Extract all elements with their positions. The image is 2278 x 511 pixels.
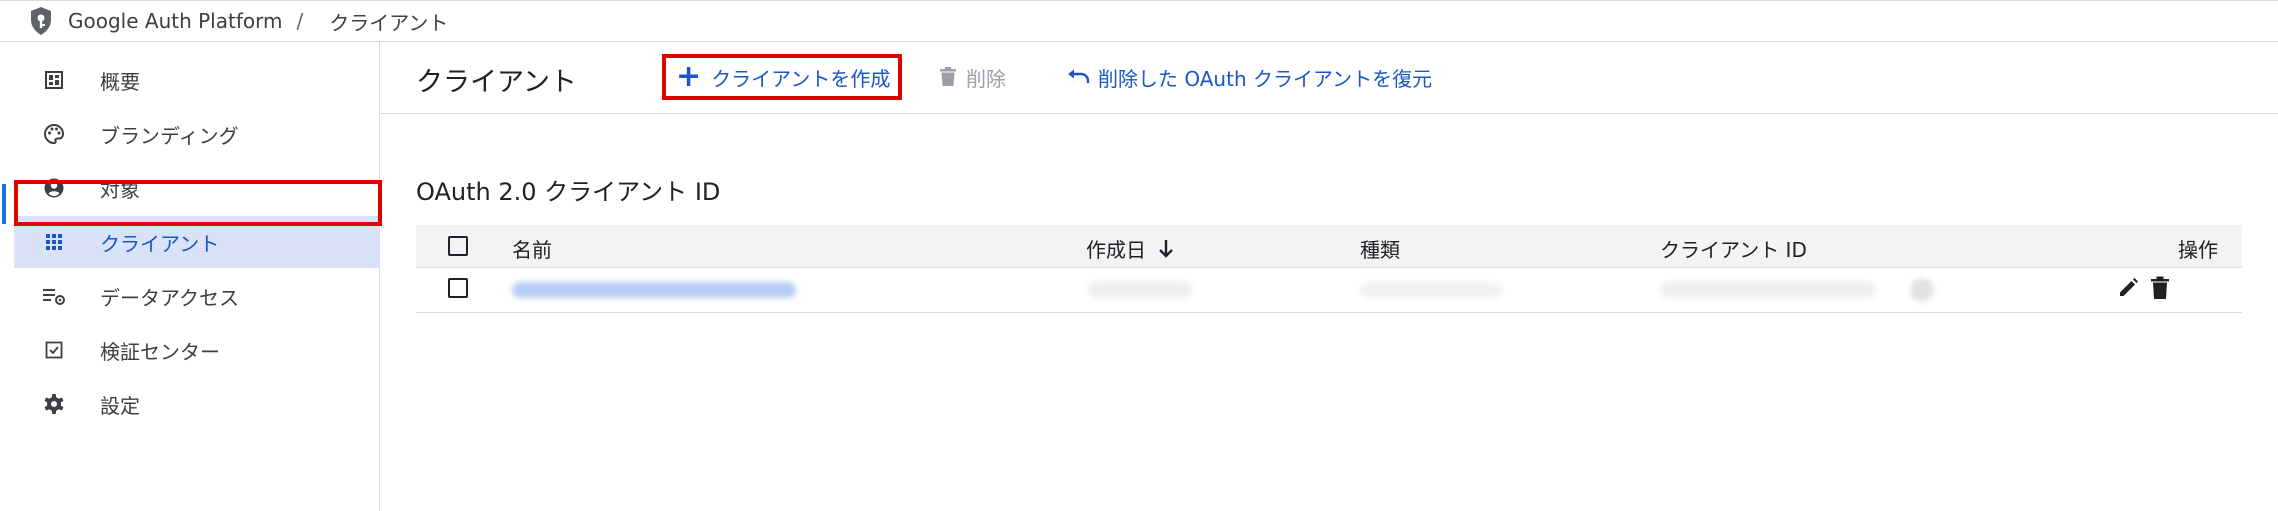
sidebar-item-settings[interactable]: 設定: [14, 378, 380, 430]
row-actions: [2116, 276, 2170, 300]
palette-icon: [32, 123, 76, 145]
delete-trash-icon[interactable]: [2150, 276, 2170, 300]
sidebar-item-label: 検証センター: [100, 339, 220, 364]
column-header-actions: 操作: [2178, 238, 2218, 262]
table-row: [416, 268, 2242, 313]
column-header-type[interactable]: 種類: [1360, 234, 1400, 263]
sidebar-item-audience[interactable]: 対象: [14, 162, 380, 214]
trash-icon: [940, 67, 956, 87]
plus-icon: +: [676, 59, 702, 94]
sidebar-item-label: 概要: [100, 69, 140, 94]
sidebar-item-label: ブランディング: [100, 123, 239, 148]
delete-label: 削除: [966, 66, 1006, 91]
created-date-cell: [1088, 282, 1192, 298]
row-checkbox[interactable]: [448, 278, 468, 298]
section-title: OAuth 2.0 クライアント ID: [416, 178, 721, 206]
sidebar-item-label: 対象: [100, 177, 140, 202]
sidebar-item-clients[interactable]: クライアント: [14, 216, 380, 268]
column-header-client-id[interactable]: クライアント ID: [1660, 234, 1807, 263]
sidebar-item-data-access[interactable]: データアクセス: [14, 270, 380, 322]
column-header-created[interactable]: 作成日: [1086, 234, 1174, 263]
undo-icon: [1066, 68, 1090, 86]
sidebar-item-branding[interactable]: ブランディング: [14, 108, 380, 160]
breadcrumb-current: クライアント: [329, 10, 449, 35]
edit-pencil-icon[interactable]: [2116, 276, 2140, 300]
copy-icon[interactable]: [1910, 278, 1934, 302]
create-client-button[interactable]: + クライアントを作成: [662, 54, 902, 100]
sidebar-item-label: 設定: [100, 393, 140, 418]
top-bar: Google Auth Platform / クライアント: [0, 0, 2278, 42]
toolbar: クライアント + クライアントを作成 削除 削除した OAuth クライアントを…: [380, 42, 2278, 114]
breadcrumb-product[interactable]: Google Auth Platform: [68, 9, 282, 33]
column-header-created-label: 作成日: [1086, 238, 1146, 262]
dashboard-icon: [32, 70, 76, 90]
verified-checkbox-icon: [32, 341, 76, 359]
type-cell: [1360, 282, 1502, 298]
gear-icon: [32, 393, 76, 415]
sidebar-item-overview[interactable]: 概要: [14, 54, 380, 106]
shield-key-icon: [26, 5, 56, 37]
account-circle-icon: [32, 177, 76, 199]
page-title: クライアント: [416, 67, 577, 98]
delete-button[interactable]: 削除: [940, 54, 1006, 100]
create-client-label: クライアントを作成: [711, 66, 891, 91]
sidebar-item-label: クライアント: [100, 231, 220, 256]
clients-table: 名前 作成日 種類 クライアント ID 操作: [416, 225, 2242, 313]
client-id-cell: [1660, 282, 1876, 298]
table-header: 名前 作成日 種類 クライアント ID 操作: [416, 225, 2242, 268]
sidebar-item-verification-center[interactable]: 検証センター: [14, 324, 380, 376]
column-header-name[interactable]: 名前: [512, 234, 552, 263]
active-indicator: [2, 184, 6, 224]
apps-grid-icon: [32, 233, 76, 251]
data-settings-icon: [32, 286, 76, 306]
client-name-link[interactable]: [512, 282, 796, 298]
arrow-down-icon: [1158, 239, 1174, 259]
sidebar-item-label: データアクセス: [100, 285, 239, 310]
restore-deleted-clients-button[interactable]: 削除した OAuth クライアントを復元: [1066, 54, 1432, 100]
select-all-checkbox[interactable]: [448, 236, 468, 256]
sidebar: 概要 ブランディング 対象 クライアント データアクセス 検証センター 設定: [0, 42, 380, 511]
breadcrumb-separator: /: [296, 9, 304, 33]
restore-label: 削除した OAuth クライアントを復元: [1098, 66, 1433, 91]
